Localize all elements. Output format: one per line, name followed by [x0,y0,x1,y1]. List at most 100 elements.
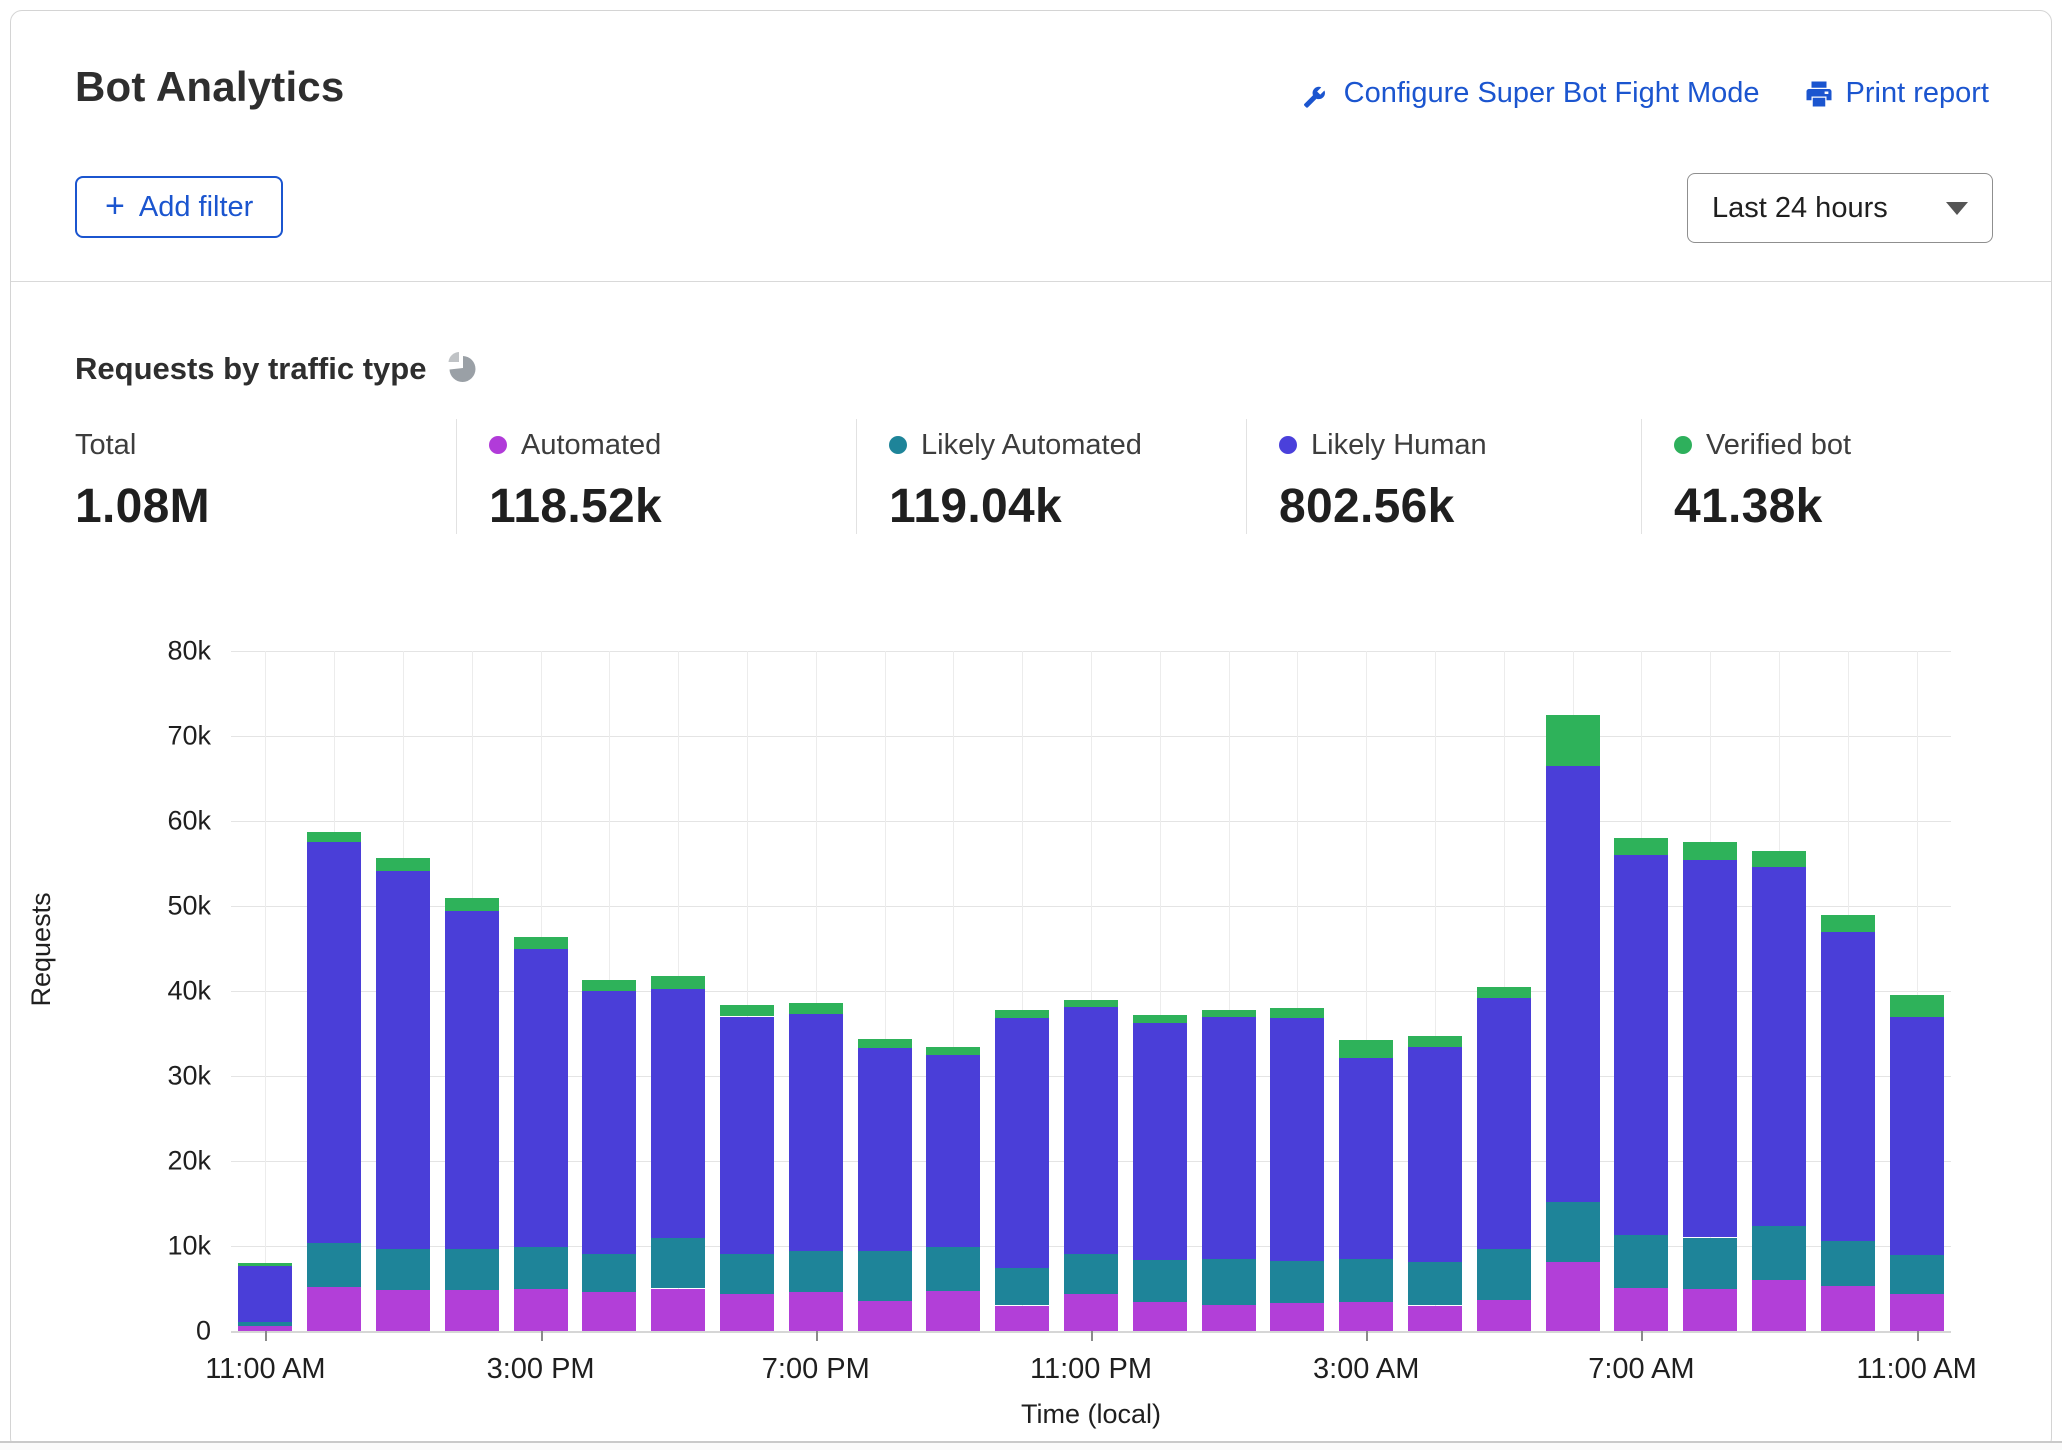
bar-segment-likely-automated[interactable] [995,1268,1050,1306]
bar-segment-verified-bot[interactable] [857,1039,912,1048]
bar-segment-likely-human[interactable] [1752,866,1806,1227]
bar-segment-likely-automated[interactable] [1064,1253,1118,1294]
bar-segment-likely-automated[interactable] [444,1249,499,1291]
bar-segment-verified-bot[interactable] [1889,995,1944,1017]
bar-segment-likely-human[interactable] [1545,765,1600,1202]
bar-segment-likely-human[interactable] [995,1018,1050,1269]
bar-segment-automated[interactable] [857,1301,912,1331]
bar-segment-verified-bot[interactable] [1064,999,1118,1008]
stat-automated[interactable]: Automated 118.52k [456,419,856,534]
bar-segment-automated[interactable] [1614,1287,1669,1331]
bar-segment-likely-human[interactable] [1820,932,1875,1241]
bar-segment-likely-human[interactable] [238,1265,293,1322]
bar-segment-automated[interactable] [995,1305,1050,1331]
bar-segment-likely-automated[interactable] [720,1253,774,1295]
bar-segment-likely-human[interactable] [513,949,568,1247]
bar-segment-likely-human[interactable] [1132,1023,1187,1261]
bar-segment-likely-automated[interactable] [1476,1249,1531,1300]
bar-segment-likely-human[interactable] [857,1047,912,1252]
bar-segment-likely-automated[interactable] [1614,1234,1669,1288]
bar-segment-verified-bot[interactable] [1820,914,1875,933]
bar-segment-likely-human[interactable] [1683,860,1738,1238]
print-report-link[interactable]: Print report [1804,77,1989,110]
bar-segment-likely-automated[interactable] [651,1238,706,1289]
bar-segment-likely-human[interactable] [1476,997,1531,1250]
bar-segment-likely-automated[interactable] [1132,1260,1187,1303]
bar-segment-verified-bot[interactable] [307,832,362,843]
bar-segment-verified-bot[interactable] [1201,1009,1256,1018]
bar-segment-automated[interactable] [1752,1280,1806,1331]
bar-segment-likely-automated[interactable] [307,1242,362,1287]
bar-segment-automated[interactable] [1476,1299,1531,1331]
bar-segment-likely-human[interactable] [1201,1017,1256,1259]
bar-segment-likely-human[interactable] [1614,855,1669,1235]
bar-segment-likely-automated[interactable] [788,1251,843,1292]
bar-segment-verified-bot[interactable] [788,1002,843,1014]
bar-segment-automated[interactable] [651,1288,706,1331]
bar-segment-automated[interactable] [1201,1304,1256,1331]
bar-segment-automated[interactable] [720,1294,774,1331]
bar-segment-likely-human[interactable] [444,911,499,1250]
add-filter-button[interactable]: + Add filter [75,176,284,238]
stat-likely-human[interactable]: Likely Human 802.56k [1246,419,1641,534]
bar-segment-likely-automated[interactable] [1683,1237,1738,1290]
bar-segment-verified-bot[interactable] [1752,850,1806,867]
bar-segment-likely-human[interactable] [788,1013,843,1252]
bar-segment-likely-automated[interactable] [1339,1258,1394,1303]
bar-segment-automated[interactable] [788,1291,843,1331]
bar-segment-automated[interactable] [926,1291,981,1331]
bar-segment-likely-human[interactable] [307,842,362,1243]
bar-segment-automated[interactable] [376,1290,430,1331]
bar-segment-verified-bot[interactable] [995,1009,1050,1019]
bar-segment-likely-automated[interactable] [513,1246,568,1290]
bar-segment-automated[interactable] [513,1289,568,1331]
bar-segment-verified-bot[interactable] [651,975,706,990]
bar-segment-likely-human[interactable] [582,991,637,1254]
bar-segment-likely-automated[interactable] [1408,1262,1462,1306]
configure-super-bot-fight-mode-link[interactable]: Configure Super Bot Fight Mode [1302,77,1760,110]
bar-segment-likely-automated[interactable] [926,1246,981,1292]
bar-segment-likely-automated[interactable] [238,1321,293,1326]
bar-segment-likely-human[interactable] [1339,1058,1394,1259]
bar-segment-verified-bot[interactable] [1270,1008,1325,1019]
bar-segment-likely-automated[interactable] [1889,1254,1944,1295]
bar-segment-verified-bot[interactable] [720,1005,774,1017]
bar-segment-likely-human[interactable] [1064,1007,1118,1254]
bar-segment-automated[interactable] [1683,1289,1738,1331]
bar-segment-automated[interactable] [1339,1302,1394,1331]
bar-segment-likely-automated[interactable] [1201,1258,1256,1305]
bar-segment-automated[interactable] [1132,1302,1187,1331]
bar-segment-verified-bot[interactable] [926,1047,981,1055]
bar-segment-likely-human[interactable] [720,1016,774,1254]
time-range-select[interactable]: Last 24 hours [1687,173,1993,243]
bar-segment-likely-human[interactable] [1889,1016,1944,1255]
bar-segment-verified-bot[interactable] [513,936,568,950]
bar-segment-verified-bot[interactable] [1614,838,1669,855]
bar-segment-likely-human[interactable] [376,871,430,1249]
bar-segment-likely-automated[interactable] [1545,1201,1600,1263]
bar-segment-verified-bot[interactable] [376,857,430,872]
bar-segment-likely-human[interactable] [926,1054,981,1247]
bar-segment-automated[interactable] [1408,1305,1462,1331]
bar-segment-automated[interactable] [444,1290,499,1331]
bar-segment-likely-automated[interactable] [582,1253,637,1292]
bar-segment-verified-bot[interactable] [1545,714,1600,766]
bar-segment-verified-bot[interactable] [238,1263,293,1266]
bar-segment-automated[interactable] [1064,1293,1118,1331]
bar-segment-likely-automated[interactable] [857,1251,912,1302]
bar-segment-verified-bot[interactable] [444,897,499,912]
bar-segment-likely-automated[interactable] [376,1248,430,1291]
bar-segment-automated[interactable] [1820,1285,1875,1331]
bar-segment-verified-bot[interactable] [582,979,637,991]
bar-segment-verified-bot[interactable] [1132,1014,1187,1024]
stat-verified-bot[interactable]: Verified bot 41.38k [1641,419,2031,534]
bar-segment-likely-automated[interactable] [1752,1226,1806,1280]
bar-segment-likely-human[interactable] [1270,1018,1325,1262]
bar-segment-verified-bot[interactable] [1476,986,1531,998]
bar-segment-verified-bot[interactable] [1683,842,1738,861]
bar-segment-likely-human[interactable] [1408,1047,1462,1263]
bar-segment-likely-automated[interactable] [1270,1261,1325,1303]
bar-segment-likely-automated[interactable] [1820,1240,1875,1286]
bar-segment-verified-bot[interactable] [1339,1040,1394,1059]
bar-segment-automated[interactable] [1889,1294,1944,1331]
